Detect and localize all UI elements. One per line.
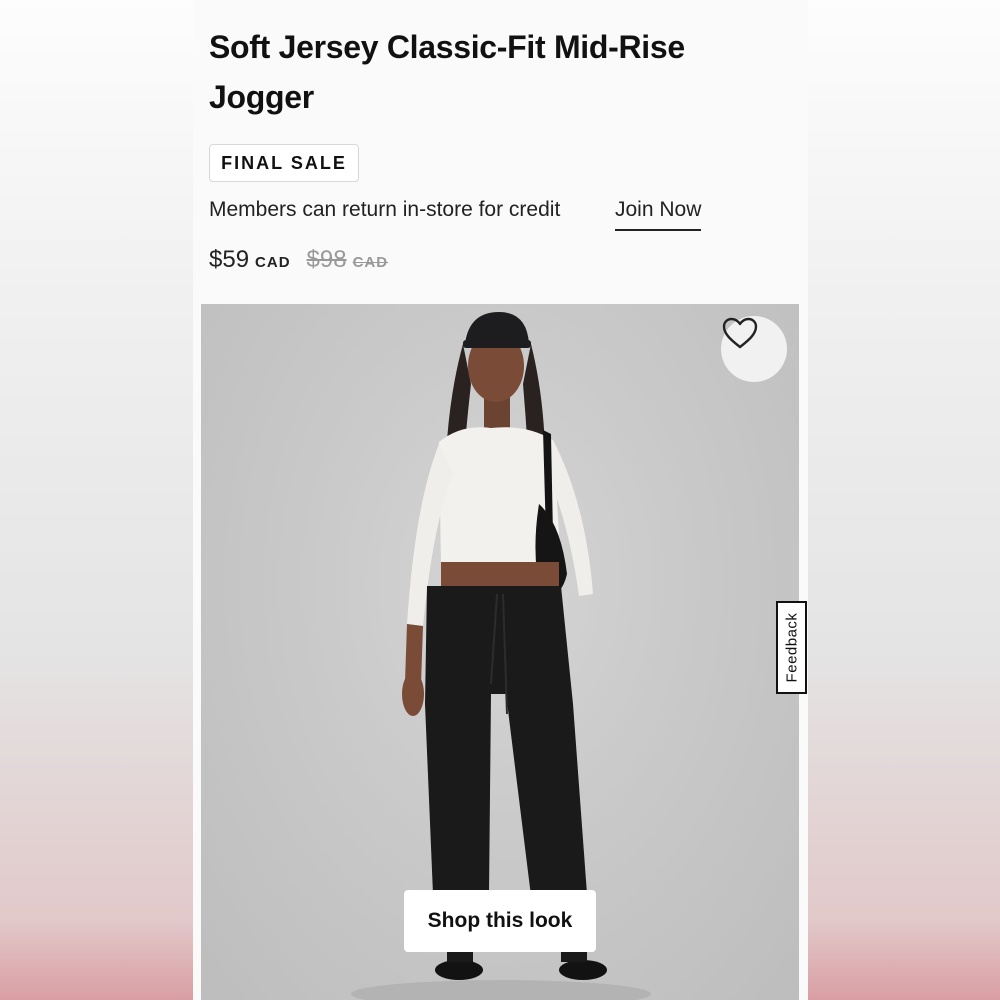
original-currency: CAD	[352, 254, 389, 271]
feedback-tab[interactable]: Feedback	[776, 601, 807, 694]
final-sale-badge: FINAL SALE	[209, 144, 359, 182]
product-image[interactable]: Shop this look	[201, 304, 799, 1000]
product-page: Soft Jersey Classic-Fit Mid-Rise Jogger …	[193, 0, 808, 1000]
favorite-button[interactable]	[721, 316, 787, 382]
background-right	[808, 0, 1000, 1000]
price-row: $59 CAD $98 CAD	[209, 246, 388, 274]
original-price: $98	[306, 246, 347, 273]
sale-price: $59	[209, 246, 250, 273]
members-return-text: Members can return in-store for credit	[209, 198, 561, 221]
heart-icon	[722, 317, 758, 349]
product-title: Soft Jersey Classic-Fit Mid-Rise Jogger	[209, 29, 685, 115]
join-now-link[interactable]: Join Now	[615, 198, 702, 231]
shop-this-look-button[interactable]: Shop this look	[404, 890, 596, 952]
feedback-label: Feedback	[783, 612, 800, 683]
background-left	[0, 0, 193, 1000]
sale-currency: CAD	[255, 254, 291, 271]
